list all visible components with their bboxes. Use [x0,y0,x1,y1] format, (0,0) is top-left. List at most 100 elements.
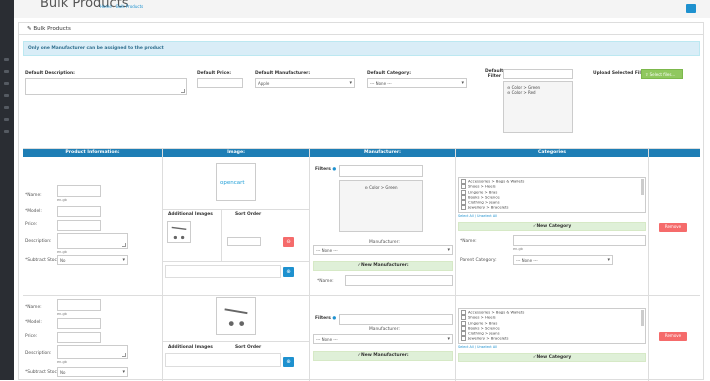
minus-circle-icon: ⊖ [286,239,291,245]
add-image-button[interactable]: ⊕ [283,267,294,277]
subtract-stock-label: *Subtract Stock: [25,258,61,263]
image-divider [163,209,309,210]
model-label: *Model: [25,209,42,214]
th-actions [649,149,700,157]
th-product-information: Product Information: [23,149,162,157]
filters-label: Filters ● [315,316,337,321]
new-manufacturer-name-input[interactable] [345,275,453,286]
parent-category-label: Parent Category: [460,258,497,263]
pencil-icon: ✎ [27,26,32,32]
model-input[interactable] [57,318,101,329]
image-divider [163,341,309,342]
select-all-link[interactable]: Select All / Unselect All [458,345,497,349]
sort-order-input[interactable] [227,237,261,246]
select-all-link[interactable]: Select All / Unselect All [458,214,497,218]
parent-category-select[interactable]: --- None --- [513,255,613,265]
price-input[interactable] [57,220,101,231]
new-manufacturer-button[interactable]: ✓New Manufacturer: [313,351,453,361]
model-input[interactable] [57,206,101,217]
th-categories: Categories [456,149,648,157]
breadcrumb-home[interactable]: Home [100,4,112,9]
category-list: Accessories > Bags & Wallets Shoes > Hee… [458,308,646,344]
add-image-row [165,265,281,278]
category-name-input[interactable] [513,235,646,246]
opencart-logo: opencart [220,180,245,186]
info-icon: ● [332,167,337,172]
subtract-stock-label: *Subtract Stock: [25,370,61,375]
cart-placeholder-image[interactable] [167,221,191,243]
description-input[interactable] [57,345,128,359]
image-divider [163,261,309,262]
subtract-stock-select[interactable]: No [57,255,128,265]
default-category-label: Default Category: [367,71,411,76]
subtract-stock-select[interactable]: No [57,367,128,377]
panel-title: Bulk Products [33,26,71,32]
minus-circle-icon[interactable]: ⊖ [507,90,510,95]
additional-images-label: Additional Images [168,345,213,350]
select-files-button[interactable]: ⇪ Select files... [641,69,683,79]
description-label: Description: [25,351,52,356]
filters-label: Filters ● [315,167,337,172]
filters-input[interactable] [339,165,423,177]
description-label: Description: [25,239,52,244]
col-divider [162,149,163,381]
scrollbar[interactable] [641,310,644,326]
manufacturer-select[interactable]: --- None --- [313,334,453,344]
upload-label: Upload Selected Files: [593,71,649,76]
breadcrumb-current[interactable]: Bulk Products [116,4,143,9]
col-divider [309,149,310,381]
minus-circle-icon[interactable]: ⊖ [364,185,367,190]
page-header: Bulk Products Home › Bulk Products [14,0,710,18]
upload-icon: ⇪ [645,72,649,77]
filters-input[interactable] [339,314,453,325]
category-checkbox[interactable]: Jewellery > Bracelets [461,336,643,341]
panel-heading: ✎ Bulk Products [19,23,703,35]
manufacturer-select[interactable]: --- None --- [313,245,453,255]
cart-icon [171,226,187,240]
default-manufacturer-select[interactable]: Apple [255,78,355,88]
product-image[interactable]: opencart [216,163,256,201]
default-manufacturer-label: Default Manufacturer: [255,71,311,76]
filters-list: ⊖ Color > Green [339,180,423,232]
new-category-button[interactable]: ✓New Category [458,222,646,231]
new-category-button[interactable]: ✓New Category [458,353,646,362]
price-label: Price: [25,222,38,227]
row-divider [23,295,700,296]
default-description-input[interactable] [25,78,187,95]
description-input[interactable] [57,233,128,249]
default-price-input[interactable] [197,78,243,88]
price-input[interactable] [57,332,101,343]
default-category-select[interactable]: --- None --- [367,78,467,88]
new-manufacturer-button[interactable]: ✓New Manufacturer: [313,261,453,271]
lang-label: en-gb [513,247,523,251]
default-filter-label: Default Filter [485,69,504,79]
category-name-label: *Name: [460,239,477,244]
name-input[interactable] [57,185,101,197]
scrollbar[interactable] [641,179,644,195]
cart-icon [224,308,248,326]
add-image-row [165,353,281,367]
product-image[interactable] [216,297,256,335]
info-icon: ● [332,316,337,321]
category-checkbox[interactable]: Jewellery > Bracelets [461,205,643,210]
bulk-products-panel: ✎ Bulk Products Only one Manufacturer ca… [18,22,704,381]
remove-row-button[interactable]: Remove [659,332,687,341]
filter-option[interactable]: ⊖ Color > Red [507,90,569,95]
add-image-button[interactable]: ⊕ [283,357,294,367]
remove-image-button[interactable]: ⊖ [283,237,294,247]
name-input[interactable] [57,299,101,311]
lang-label: en-gb [57,312,67,316]
admin-sidebar [0,0,14,380]
default-description-label: Default Description: [25,71,75,76]
manufacturer-label: Manufacturer: [369,327,400,332]
info-alert: Only one Manufacturer can be assigned to… [23,41,700,56]
remove-row-button[interactable]: Remove [659,223,687,232]
lang-label: en-gb [57,250,67,254]
default-filter-input[interactable] [503,69,573,79]
th-image: Image: [163,149,309,157]
price-label: Price: [25,334,38,339]
lang-label: en-gb [57,360,67,364]
model-label: *Model: [25,320,42,325]
filter-option[interactable]: ⊖ Color > Green [340,185,422,190]
help-button[interactable] [686,4,696,13]
